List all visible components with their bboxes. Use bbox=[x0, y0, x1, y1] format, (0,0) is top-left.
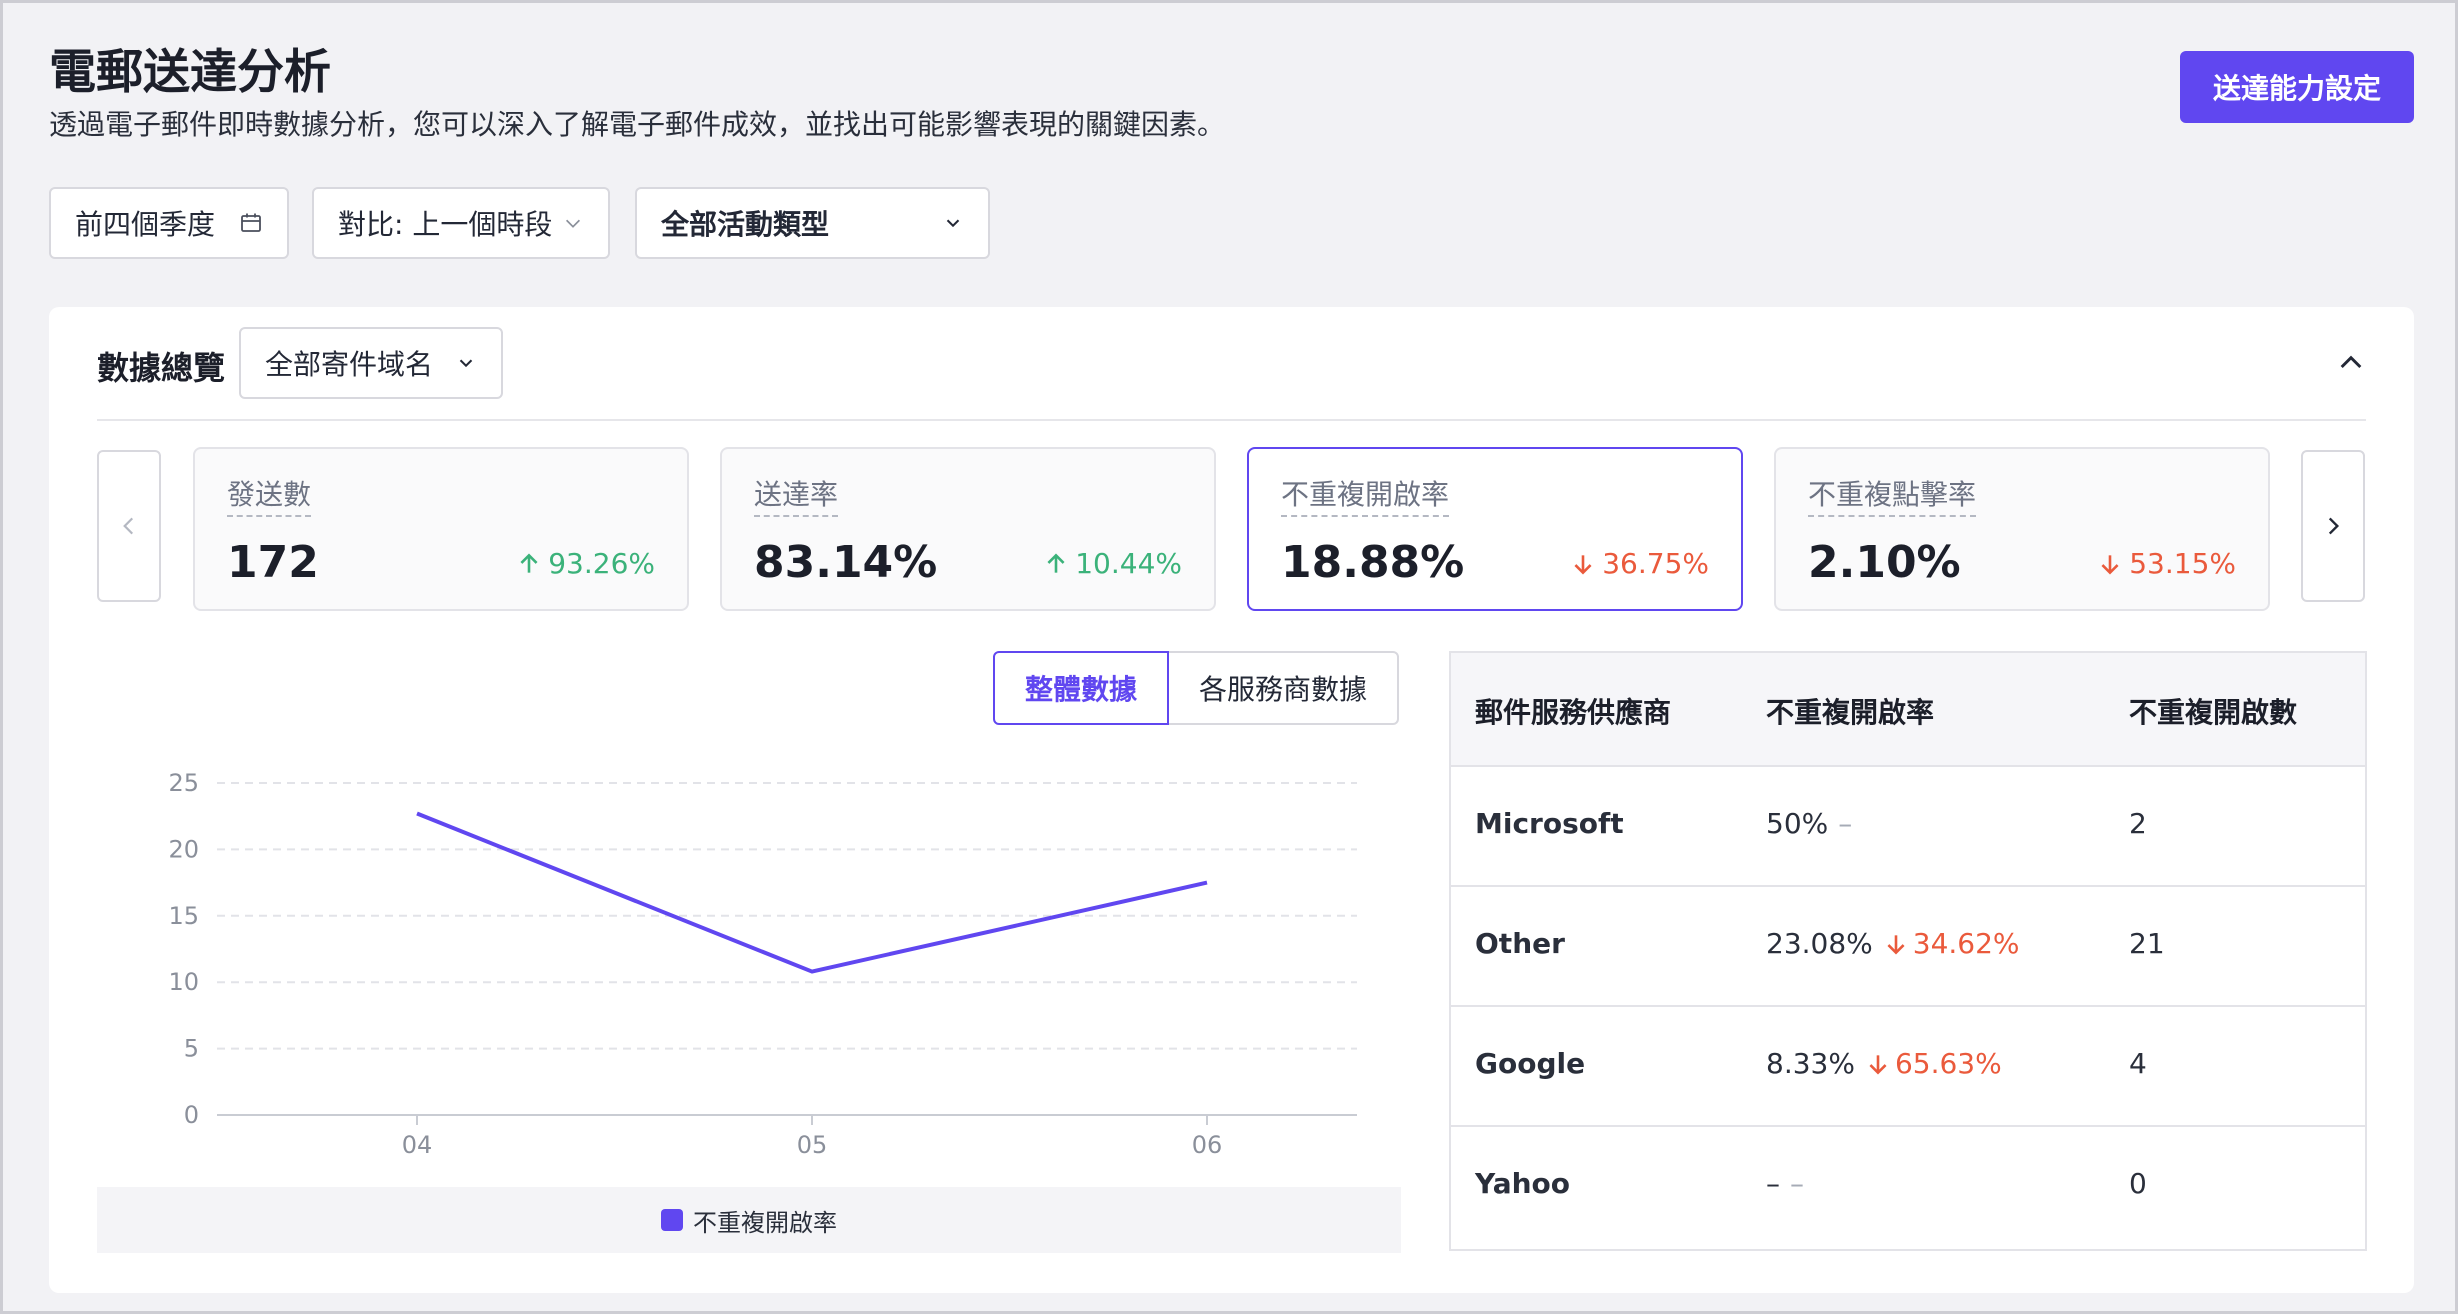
chevron-left-icon bbox=[123, 517, 134, 535]
y-tick-label: 0 bbox=[184, 1101, 199, 1129]
metric-change: 93.26% bbox=[516, 547, 655, 580]
y-tick-label: 5 bbox=[184, 1035, 199, 1063]
table-row: Yahoo – – 0 bbox=[1451, 1127, 2365, 1247]
arrow-up-icon bbox=[520, 552, 538, 573]
metric-label: 發送數 bbox=[227, 473, 312, 517]
legend-swatch bbox=[661, 1209, 683, 1231]
chevron-right-icon bbox=[2328, 517, 2340, 535]
tab-overall-data[interactable]: 整體數據 bbox=[993, 651, 1169, 725]
provider-name: Google bbox=[1475, 1047, 1586, 1080]
metric-card-sends[interactable]: 發送數 172 93.26% bbox=[193, 447, 689, 611]
chevron-up-icon[interactable] bbox=[2335, 347, 2367, 383]
page-subtitle: 透過電子郵件即時數據分析，您可以深入了解電子郵件成效，並找出可能影響表現的關鍵因… bbox=[49, 108, 1226, 141]
series-line bbox=[416, 811, 1208, 974]
open-rate-change-value: 65.63% bbox=[1894, 1047, 2002, 1080]
column-header-open-rate: 不重複開啟率 bbox=[1766, 696, 1935, 729]
tab-provider-data[interactable]: 各服務商數據 bbox=[1167, 651, 1399, 725]
open-count-cell: 0 bbox=[2129, 1167, 2147, 1200]
divider bbox=[97, 419, 2366, 421]
arrow-down-icon bbox=[1869, 1054, 1887, 1075]
x-tick-label: 06 bbox=[1192, 1131, 1223, 1159]
x-tick-label: 05 bbox=[797, 1131, 828, 1159]
provider-name: Yahoo bbox=[1475, 1167, 1571, 1200]
overview-title: 數據總覽 bbox=[97, 349, 226, 387]
table-row: Other 23.08% 34.62% 21 bbox=[1451, 887, 2365, 1007]
open-rate-cell: 50% – bbox=[1766, 807, 1852, 840]
table-row: Google 8.33% 65.63% 4 bbox=[1451, 1007, 2365, 1127]
metric-value: 83.14% bbox=[754, 537, 938, 588]
open-rate-cell: 8.33% 65.63% bbox=[1766, 1047, 2002, 1080]
table-header: 郵件服務供應商 不重複開啟率 不重複開啟數 bbox=[1451, 653, 2365, 767]
period-filter[interactable]: 前四個季度 bbox=[49, 187, 289, 259]
chevron-down-icon bbox=[455, 352, 477, 374]
provider-name: Microsoft bbox=[1475, 807, 1624, 840]
unique-open-rate-line-chart: 051015202504 05 06 bbox=[168, 769, 1357, 1159]
arrow-up-icon bbox=[1047, 552, 1065, 573]
deliverability-settings-button[interactable]: 送達能力設定 bbox=[2180, 51, 2414, 123]
open-count-cell: 21 bbox=[2129, 927, 2165, 960]
metric-change: 53.15% bbox=[2097, 547, 2236, 580]
open-rate-change: – bbox=[1790, 1167, 1804, 1200]
metric-label: 不重複開啟率 bbox=[1281, 473, 1450, 517]
metric-change-value: 36.75% bbox=[1602, 547, 1709, 580]
open-rate-cell: 23.08% 34.62% bbox=[1766, 927, 2020, 960]
metric-value: 2.10% bbox=[1808, 537, 1961, 588]
app-frame: 電郵送達分析 透過電子郵件即時數據分析，您可以深入了解電子郵件成效，並找出可能影… bbox=[0, 0, 2458, 1314]
open-rate-change-value: 34.62% bbox=[1912, 927, 2020, 960]
open-rate-value: 50% bbox=[1766, 807, 1829, 840]
sender-domain-select-label: 全部寄件域名 bbox=[265, 348, 434, 381]
open-rate-value: – bbox=[1766, 1167, 1780, 1200]
metric-change-value: 53.15% bbox=[2129, 547, 2236, 580]
y-tick-label: 20 bbox=[168, 835, 199, 863]
metric-label: 不重複點擊率 bbox=[1808, 473, 1977, 517]
x-tick-label: 04 bbox=[402, 1131, 433, 1159]
metric-change: 10.44% bbox=[1043, 547, 1182, 580]
metric-card-unique-open-rate[interactable]: 不重複開啟率 18.88% 36.75% bbox=[1247, 447, 1743, 611]
metric-value: 18.88% bbox=[1281, 537, 1465, 588]
legend-label: 不重複開啟率 bbox=[693, 1208, 837, 1237]
overview-card: 數據總覽 全部寄件域名 發送數 172 93.26% 送達率 83.14% 10… bbox=[49, 307, 2414, 1293]
arrow-down-icon bbox=[2101, 554, 2119, 575]
metric-change-value: 93.26% bbox=[548, 547, 655, 580]
period-filter-label: 前四個季度 bbox=[75, 208, 216, 241]
chevron-down-icon bbox=[942, 212, 964, 234]
page-title: 電郵送達分析 bbox=[49, 45, 331, 100]
sender-domain-select[interactable]: 全部寄件域名 bbox=[239, 327, 503, 399]
metric-card-unique-click-rate[interactable]: 不重複點擊率 2.10% 53.15% bbox=[1774, 447, 2270, 611]
carousel-next-button[interactable] bbox=[2301, 450, 2365, 602]
open-count-cell: 4 bbox=[2129, 1047, 2147, 1080]
arrow-down-icon bbox=[1887, 934, 1905, 955]
carousel-prev-button[interactable] bbox=[97, 450, 161, 602]
open-count-cell: 2 bbox=[2129, 807, 2147, 840]
open-rate-change: 34.62% bbox=[1883, 927, 2020, 960]
open-rate-change: 65.63% bbox=[1865, 1047, 2002, 1080]
y-tick-label: 25 bbox=[168, 769, 199, 797]
open-rate-cell: – – bbox=[1766, 1167, 1804, 1200]
open-rate-value: 8.33% bbox=[1766, 1047, 1855, 1080]
provider-name: Other bbox=[1475, 927, 1565, 960]
chevron-down-icon bbox=[562, 212, 584, 234]
provider-table: 郵件服務供應商 不重複開啟率 不重複開啟數 Microsoft 50% – 2 … bbox=[1449, 651, 2367, 1251]
metric-change: 36.75% bbox=[1570, 547, 1709, 580]
metric-card-delivery-rate[interactable]: 送達率 83.14% 10.44% bbox=[720, 447, 1216, 611]
arrow-down-icon bbox=[1574, 554, 1592, 575]
metric-label: 送達率 bbox=[754, 473, 839, 517]
table-row: Microsoft 50% – 2 bbox=[1451, 767, 2365, 887]
calendar-icon bbox=[239, 211, 263, 235]
open-rate-change: – bbox=[1838, 807, 1853, 840]
column-header-open-count: 不重複開啟數 bbox=[2129, 696, 2298, 729]
y-tick-label: 15 bbox=[168, 902, 199, 930]
metric-change-value: 10.44% bbox=[1075, 547, 1182, 580]
y-tick-label: 10 bbox=[168, 968, 199, 996]
campaign-type-filter[interactable]: 全部活動類型 bbox=[635, 187, 990, 259]
chart-legend: 不重複開啟率 bbox=[97, 1187, 1401, 1253]
compare-filter-label: 對比: 上一個時段 bbox=[338, 208, 553, 241]
compare-filter[interactable]: 對比: 上一個時段 bbox=[312, 187, 610, 259]
column-header-provider: 郵件服務供應商 bbox=[1475, 696, 1672, 729]
open-rate-value: 23.08% bbox=[1766, 927, 1873, 960]
metric-value: 172 bbox=[227, 537, 319, 588]
campaign-type-filter-label: 全部活動類型 bbox=[661, 208, 830, 241]
